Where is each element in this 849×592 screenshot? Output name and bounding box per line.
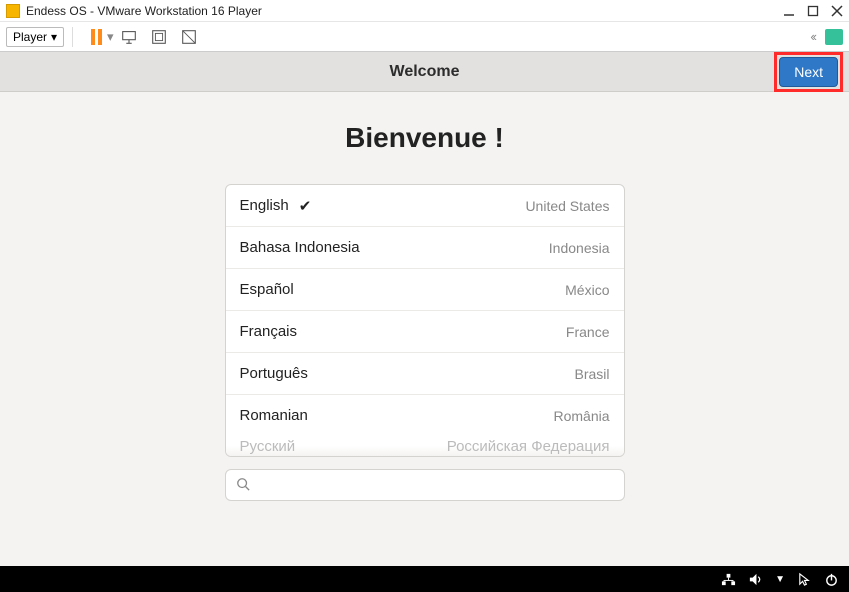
volume-icon[interactable] [748,572,763,587]
search-icon [236,477,250,494]
monitor-icon [120,28,138,46]
collapse-toolbar-button[interactable]: ‹‹ [810,29,815,44]
language-country: Indonesia [549,240,610,256]
pause-icon [91,29,102,45]
next-button[interactable]: Next [779,57,838,87]
guest-header-bar: Welcome Next [0,52,849,92]
player-menu[interactable]: Player ▾ [6,27,64,47]
language-name: Português [240,365,308,382]
language-name: English [240,197,289,214]
unity-button[interactable] [180,28,198,46]
language-search[interactable] [225,469,625,501]
welcome-heading: Bienvenue ! [0,122,849,154]
window-titlebar: Endess OS - VMware Workstation 16 Player [0,0,849,22]
toolbar-separator [72,27,73,47]
page-title: Welcome [390,63,460,81]
language-name: Bahasa Indonesia [240,239,360,256]
language-name: Español [240,281,294,298]
language-row-english[interactable]: English ✔ United States [226,185,624,227]
language-name: Русский [240,438,296,456]
message-log-button[interactable] [825,29,843,45]
send-ctrl-alt-del-button[interactable] [120,28,138,46]
maximize-button[interactable] [807,5,819,17]
language-row-romanian[interactable]: Romanian România [226,395,624,437]
language-row-indonesian[interactable]: Bahasa Indonesia Indonesia [226,227,624,269]
player-menu-label: Player [13,30,47,44]
pause-vm-button[interactable] [87,28,105,46]
language-country: Российская Федерация [447,438,610,456]
minimize-button[interactable] [783,5,795,17]
window-controls [783,5,843,17]
next-button-highlight: Next [774,52,843,92]
guest-os-screen: Welcome Next Bienvenue ! English ✔ Unite… [0,52,849,592]
language-row-spanish[interactable]: Español México [226,269,624,311]
language-country: México [565,282,609,298]
check-icon: ✔ [299,197,312,215]
vmware-app-icon [6,4,20,18]
language-country: United States [525,198,609,214]
chevron-down-icon[interactable]: ▼ [775,574,785,585]
language-name: Français [240,323,298,340]
unity-icon [180,28,198,46]
language-row-cutoff: Русский Российская Федерация [226,436,624,456]
cursor-icon [797,572,812,587]
power-icon[interactable] [824,572,839,587]
language-row-french[interactable]: Français France [226,311,624,353]
fullscreen-icon [150,28,168,46]
next-button-label: Next [794,64,823,80]
window-title: Endess OS - VMware Workstation 16 Player [26,4,262,18]
close-button[interactable] [831,5,843,17]
language-name: Romanian [240,407,308,424]
network-icon[interactable] [721,572,736,587]
language-country: France [566,324,610,340]
chevron-down-icon: ▾ [51,30,57,44]
language-row-portuguese[interactable]: Português Brasil [226,353,624,395]
fullscreen-button[interactable] [150,28,168,46]
search-input[interactable] [256,477,614,493]
language-country: România [553,408,609,424]
welcome-content: Bienvenue ! English ✔ United States Baha… [0,92,849,501]
chevron-down-icon[interactable]: ▾ [107,29,114,45]
language-country: Brasil [574,366,609,382]
guest-taskbar: ▼ [0,566,849,592]
vmware-toolbar: Player ▾ ▾ ‹‹ [0,22,849,52]
language-list[interactable]: English ✔ United States Bahasa Indonesia… [225,184,625,457]
